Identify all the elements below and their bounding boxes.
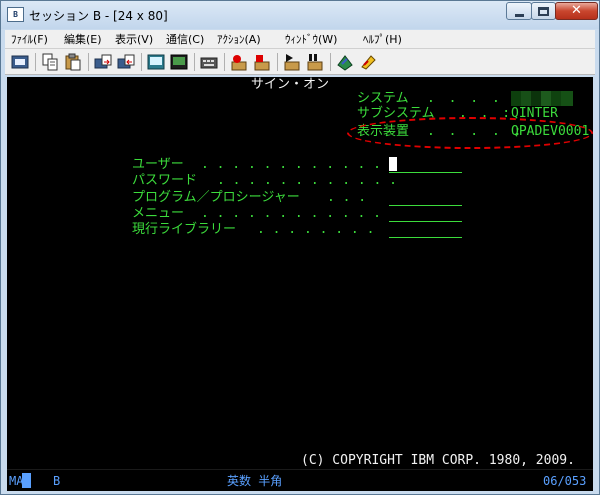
play-macro-icon [284,54,300,71]
program-dots: . . . [327,190,367,205]
customize-button[interactable] [334,52,356,72]
input-mode-indicator: 英数 半角 [227,474,283,488]
library-dots: . . . . . . . . [257,222,375,237]
record-macro-button[interactable] [228,52,250,72]
screen-heading: サイン・オン [251,77,330,92]
program-input[interactable] [389,205,462,206]
library-input[interactable] [389,237,462,238]
play-macro-button[interactable] [281,52,303,72]
print-screen-button[interactable] [9,52,31,72]
program-label: プログラム／プロシージャー [132,190,300,205]
menu-action[interactable]: ｱｸｼｮﾝ(A) [217,32,261,47]
menu-communication[interactable]: 通信(C) [166,32,204,47]
title-bar[interactable]: B セッション B - [24 x 80] ✕ [1,1,599,29]
menu-window[interactable]: ｳｨﾝﾄﾞｳ(W) [285,32,337,47]
paste-icon [65,53,81,71]
paste-button[interactable] [62,52,84,72]
customize-icon [337,55,353,71]
system-name-masked [511,91,573,106]
text-cursor [389,157,397,171]
copy-button[interactable] [39,52,61,72]
maximize-button[interactable] [531,2,556,20]
menu-bar: ﾌｧｲﾙ(F) 編集(E) 表示(V) 通信(C) ｱｸｼｮﾝ(A) ｳｨﾝﾄﾞ… [5,30,595,49]
menu-help[interactable]: ﾍﾙﾌﾟ(H) [363,32,402,47]
menu-field-dots: . . . . . . . . . . . . [201,206,382,221]
copy-icon [42,53,58,71]
maximize-icon [538,6,549,16]
close-icon: ✕ [571,3,582,18]
emulator-window: B セッション B - [24 x 80] ✕ ﾌｧｲﾙ(F) 編集(E) 表示… [0,0,600,495]
menu-field-input[interactable] [389,221,462,222]
keyboard-map-icon [200,57,218,69]
app-icon[interactable]: B [7,7,24,22]
help-icon [361,55,376,70]
session-indicator: B [53,474,61,488]
help-button[interactable] [357,52,379,72]
status-bar: MA B 英数 半角 06/053 [7,469,593,491]
system-label: システム [357,91,409,106]
record-macro-icon [231,55,247,71]
terminal-screen[interactable]: サイン・オン システム . . . . : サブシステム . . : QINTE… [7,77,593,469]
pause-macro-button[interactable] [304,52,326,72]
copyright-notice: (C) COPYRIGHT IBM CORP. 1980, 2009. [301,453,575,468]
close-button[interactable]: ✕ [555,2,598,20]
stop-macro-button[interactable] [251,52,273,72]
send-file-icon [94,54,112,69]
macro-button[interactable] [168,52,190,72]
user-label: ユーザー [132,157,184,172]
send-file-button[interactable] [92,52,114,72]
receive-file-icon [117,54,135,69]
toolbar [5,49,595,75]
display-keypad-icon [147,54,165,70]
stop-macro-icon [254,55,270,71]
highlight-annotation [347,117,593,149]
menu-edit[interactable]: 編集(E) [64,32,102,47]
cursor-position: 06/053 [543,474,587,488]
minimize-button[interactable] [506,2,532,20]
password-label: パスワード [132,173,198,188]
user-input[interactable] [389,172,462,173]
minimize-icon [514,13,524,17]
user-dots: . . . . . . . . . . . . . [201,157,397,172]
receive-file-button[interactable] [115,52,137,72]
pause-macro-icon [307,54,323,71]
menu-view[interactable]: 表示(V) [115,32,153,47]
menu-field-label: メニュー [132,206,185,221]
display-keypad-button[interactable] [145,52,167,72]
password-dots: . . . . . . . . . . . . [217,173,398,188]
status-indicator [22,473,31,488]
system-dots: . . . . : [427,91,525,106]
macro-icon [170,54,188,70]
library-label: 現行ライブラリー [132,222,237,237]
menu-file[interactable]: ﾌｧｲﾙ(F) [11,32,48,47]
print-screen-icon [11,55,29,69]
keyboard-map-button[interactable] [198,52,220,72]
window-title: セッション B - [24 x 80] [29,9,168,23]
